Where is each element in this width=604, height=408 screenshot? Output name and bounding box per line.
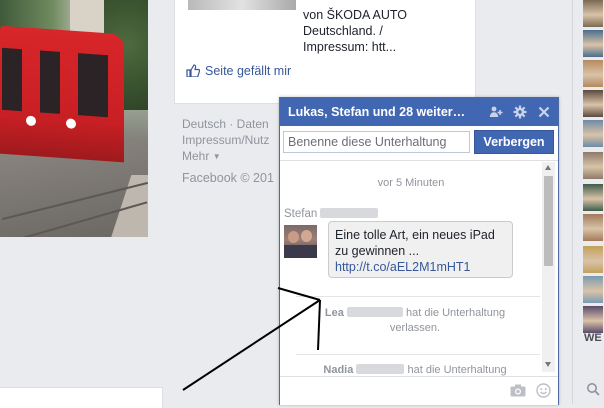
chat-scrollbar[interactable] [542,162,555,372]
message-compose-area[interactable] [280,376,558,406]
group-chat-window: Lukas, Stefan und 28 weiter… Verbergen v… [279,97,559,405]
camera-icon[interactable] [510,384,526,397]
message-separator [296,354,540,355]
emoji-icon[interactable] [536,383,551,398]
sidebar-section-label: WE [584,332,602,344]
page-like-button[interactable]: Seite gefällt mir [186,64,291,78]
caret-down-icon: ▼ [212,152,221,161]
sidebar-friend-avatar[interactable] [583,246,603,273]
redacted-surname [346,307,403,317]
page-description-cutoff: ​ [303,0,473,6]
scroll-up-icon[interactable] [545,165,551,170]
system-message-name: Nadia [323,364,354,376]
sender-name: Stefan [284,208,379,220]
page-thumbnail[interactable] [188,0,296,10]
message-text: Eine tolle Art, ein neues iPad zu gewinn… [335,228,495,258]
footer-more-label: Mehr [182,149,210,163]
scrollbar-thumb[interactable] [544,176,553,266]
avatar[interactable] [284,225,317,258]
chat-header[interactable]: Lukas, Stefan und 28 weiter… [280,98,558,126]
sidebar-friend-avatar[interactable] [583,0,603,27]
system-message-text: hat die Unterhaltung [407,364,507,376]
sidebar-friend-avatar[interactable] [583,120,603,147]
footer-language-links[interactable]: Deutsch · Daten [182,116,269,133]
sidebar-friend-avatar[interactable] [583,152,603,179]
message-bubble: Eine tolle Art, ein neues iPad zu gewinn… [328,221,513,278]
chat-title[interactable]: Lukas, Stefan und 28 weiter… [288,105,465,119]
page-description-line-1: von ŠKODA AUTO [303,8,407,22]
feed-card-bottom [0,387,163,408]
system-message: Lea hat die Unterhaltung verlassen. [300,306,530,336]
page-like-label: Seite gefällt mir [205,64,292,78]
redacted-surname [320,208,379,218]
sidebar-friend-avatar[interactable] [583,276,603,303]
system-message: Nadia hat die Unterhaltung [300,363,530,377]
post-photo-tram[interactable] [0,0,148,237]
message-separator [296,296,540,297]
scroll-down-icon[interactable] [545,362,551,367]
sidebar-friend-avatar[interactable] [583,184,603,211]
system-message-name: Lea [324,307,344,319]
sidebar-friend-avatar[interactable] [583,90,603,117]
system-message-text-2: verlassen. [389,322,441,334]
search-icon[interactable] [586,382,600,396]
sender-first-name: Stefan [284,208,318,220]
chat-message-list[interactable]: vor 5 Minuten Stefan Eine tolle Art, ein… [280,160,558,377]
message-link[interactable]: http://t.co/aEL2M1mHT1 [335,260,470,274]
sidebar-friend-avatar[interactable] [583,214,603,241]
page-description-line-2: Deutschland. / [303,24,383,38]
sidebar-friend-avatar[interactable] [583,60,603,87]
sidebar-friend-avatar[interactable] [583,30,603,57]
thumbs-up-icon [186,64,200,77]
hide-button[interactable]: Verbergen [474,130,554,154]
system-message-text: hat die Unterhaltung [406,307,506,319]
sidebar-friend-avatar[interactable] [583,306,603,333]
page-description-line-3: Impressum: htt... [303,40,397,54]
conversation-name-input[interactable] [283,131,470,153]
add-friends-icon[interactable] [489,105,503,119]
gear-icon[interactable] [513,105,527,119]
footer-impressum-link[interactable]: Impressum/Nutz [182,132,269,149]
timestamp-divider: vor 5 Minuten [377,177,445,189]
redacted-surname [356,364,405,374]
close-icon[interactable] [537,105,551,119]
footer-copyright: Facebook © 201 [182,171,274,185]
footer-more-link[interactable]: Mehr ▼ [182,148,221,165]
